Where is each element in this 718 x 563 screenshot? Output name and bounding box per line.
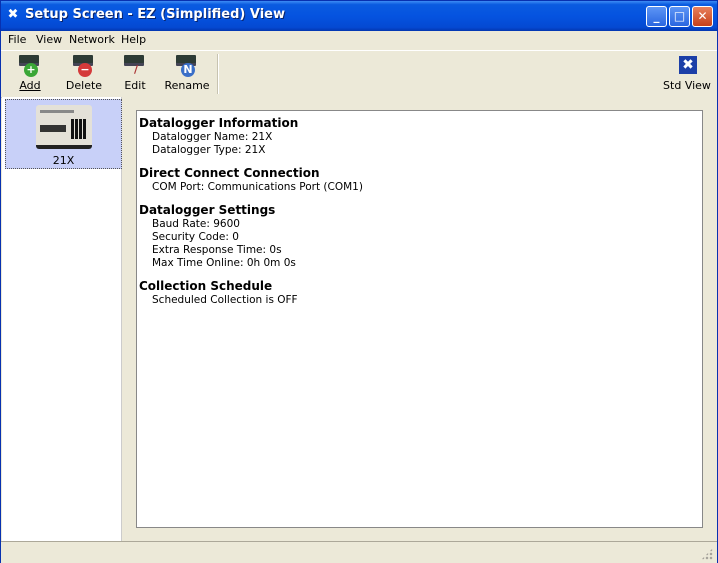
section-datalogger-information: Datalogger Information Datalogger Name: … <box>139 116 702 157</box>
section-title: Collection Schedule <box>139 279 273 293</box>
section-title: Datalogger Settings <box>139 203 276 217</box>
rename-button[interactable]: N Rename <box>164 53 210 92</box>
wrench-icon: ✖ <box>7 7 19 22</box>
datalogger-icon <box>36 105 92 149</box>
std-view-button[interactable]: ✖ Std View <box>661 53 713 92</box>
section-datalogger-settings: Datalogger Settings Baud Rate: 9600 Secu… <box>139 203 702 270</box>
detail-line: Datalogger Type: 21X <box>152 144 266 156</box>
toolbar-separator <box>217 54 219 94</box>
station-item[interactable]: 21X <box>5 99 122 169</box>
title-bar[interactable]: ✖ Setup Screen - EZ (Simplified) View _ … <box>1 1 717 31</box>
menu-help[interactable]: Help <box>121 33 146 46</box>
detail-line: Datalogger Name: 21X <box>152 131 273 143</box>
delete-button[interactable]: − Delete <box>63 53 105 92</box>
section-direct-connect: Direct Connect Connection COM Port: Comm… <box>139 166 702 194</box>
detail-line: COM Port: Communications Port (COM1) <box>152 181 363 193</box>
section-title: Direct Connect Connection <box>139 166 320 180</box>
station-list: 21X <box>2 97 122 541</box>
menu-network[interactable]: Network <box>69 33 115 46</box>
rename-label: Rename <box>164 79 210 92</box>
status-bar <box>1 541 717 563</box>
delete-station-icon: − <box>71 53 97 79</box>
add-button[interactable]: + Add <box>11 53 49 92</box>
tools-icon: ✖ <box>674 53 700 79</box>
edit-button[interactable]: / Edit <box>119 53 151 92</box>
menu-bar: File View Network Help <box>1 31 717 49</box>
minimize-button[interactable]: _ <box>646 6 667 27</box>
delete-label: Delete <box>65 79 103 92</box>
detail-line: Max Time Online: 0h 0m 0s <box>152 257 296 269</box>
add-station-icon: + <box>17 53 43 79</box>
edit-station-icon: / <box>122 53 148 79</box>
detail-line: Security Code: 0 <box>152 231 239 243</box>
menu-file[interactable]: File <box>8 33 26 46</box>
close-button[interactable]: ✕ <box>692 6 713 27</box>
detail-line: Extra Response Time: 0s <box>152 244 282 256</box>
station-details: Datalogger Information Datalogger Name: … <box>136 110 703 528</box>
resize-grip[interactable] <box>701 548 713 560</box>
toolbar: + Add − Delete / Edit N Rename ✖ Std Vie… <box>1 50 717 98</box>
section-collection-schedule: Collection Schedule Scheduled Collection… <box>139 279 702 307</box>
rename-station-icon: N <box>174 53 200 79</box>
edit-label: Edit <box>124 79 146 92</box>
station-label: 21X <box>52 154 75 167</box>
maximize-button[interactable]: □ <box>669 6 690 27</box>
detail-line: Baud Rate: 9600 <box>152 218 240 230</box>
section-title: Datalogger Information <box>139 116 299 130</box>
setup-screen-window: ✖ Setup Screen - EZ (Simplified) View _ … <box>0 0 718 563</box>
window-title: Setup Screen - EZ (Simplified) View <box>25 7 285 22</box>
menu-view[interactable]: View <box>36 33 62 46</box>
add-label: Add <box>19 79 41 92</box>
std-view-label: Std View <box>663 79 711 92</box>
detail-line: Scheduled Collection is OFF <box>152 294 298 306</box>
